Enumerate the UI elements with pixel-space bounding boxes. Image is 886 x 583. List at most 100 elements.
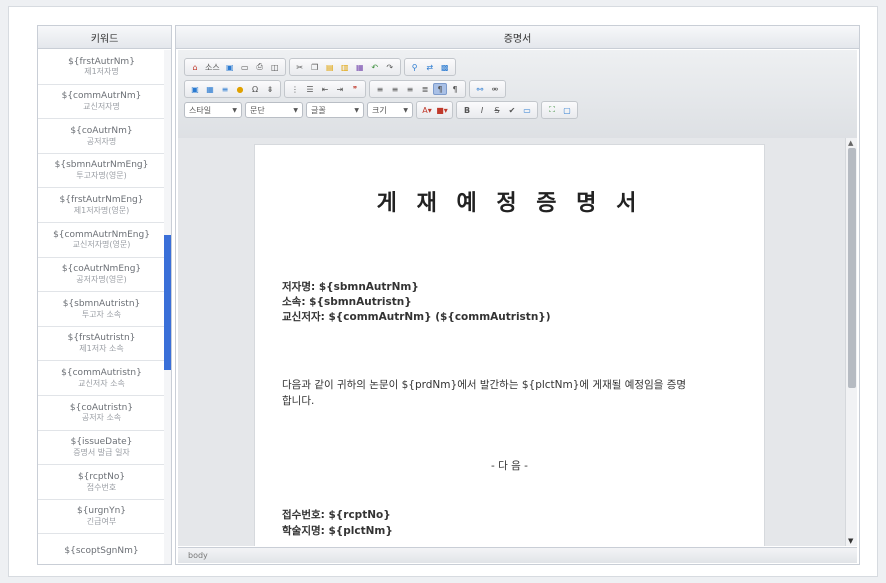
save-icon[interactable]: ▣ (223, 61, 237, 73)
rtl-icon[interactable]: ¶ (448, 83, 462, 95)
keyword-item[interactable]: ${frstAutrNmEng} 제1저자명(영문) (38, 188, 165, 223)
paste-icon[interactable]: ▤ (323, 61, 337, 73)
keyword-item[interactable]: ${coAutristn} 공저자 소속 (38, 396, 165, 431)
keyword-description: 증명서 발급 일자 (73, 447, 130, 457)
maximize-icon[interactable]: ⛶ (545, 104, 559, 116)
author-line: 저자명: ${sbmnAutrNm} (282, 281, 419, 293)
paste-text-icon[interactable]: ▥ (338, 61, 352, 73)
keyword-code: ${commAutrNm} (61, 91, 142, 102)
font-combo-label: 글꼴 (311, 105, 326, 115)
keyword-code: ${rcptNo} (77, 471, 126, 482)
keyword-scrollbar[interactable] (164, 50, 171, 564)
align-center-icon[interactable]: ≡ (388, 83, 402, 95)
ltr-icon[interactable]: ¶ (433, 83, 447, 95)
special-char-icon[interactable]: Ω (248, 83, 262, 95)
editor-scrollbar[interactable]: ▲ ▼ (845, 138, 857, 546)
element-path[interactable]: body (188, 551, 208, 560)
copy-icon[interactable]: ❐ (308, 61, 322, 73)
editor-panel: 증명서 ⌂ 소스 ▣ ▭ ⎙ ◫ ✂ ❐ ▤ ▥ ▦ ↶ ↷ ⚲ ⇄ ▩ ▣ ▦… (175, 25, 860, 565)
blockquote-icon[interactable]: ❞ (348, 83, 362, 95)
scroll-down-icon[interactable]: ▼ (848, 537, 853, 545)
keyword-item[interactable]: ${coAutrNmEng} 공저자명(영문) (38, 258, 165, 293)
source-icon[interactable]: ⌂ (188, 61, 202, 73)
toolbar-group-insert: ▣ ▦ ≡ ● Ω ⇟ (184, 80, 281, 98)
remove-format-icon[interactable]: ✔ (505, 104, 519, 116)
format-combo[interactable]: 문단 ▼ (245, 102, 303, 118)
show-blocks-icon[interactable]: ▢ (560, 104, 574, 116)
style-combo[interactable]: 스타일 ▼ (184, 102, 242, 118)
cut-icon[interactable]: ✂ (293, 61, 307, 73)
source-button[interactable]: 소스 (203, 61, 222, 73)
keyword-item[interactable]: ${commAutrNmEng} 교신저자명(영문) (38, 223, 165, 258)
keyword-item[interactable]: ${frstAutristn} 제1저자 소속 (38, 327, 165, 362)
document-page[interactable]: 게 재 예 정 증 명 서 저자명: ${sbmnAutrNm} 소속: ${s… (254, 144, 765, 546)
italic-icon[interactable]: I (475, 104, 489, 116)
indent-icon[interactable]: ⇥ (333, 83, 347, 95)
editor-toolbar: ⌂ 소스 ▣ ▭ ⎙ ◫ ✂ ❐ ▤ ▥ ▦ ↶ ↷ ⚲ ⇄ ▩ ▣ ▦ ≡ ●… (178, 50, 857, 145)
print-icon[interactable]: ⎙ (253, 61, 267, 73)
keyword-item[interactable]: ${commAutristn} 교신저자 소속 (38, 361, 165, 396)
keyword-item[interactable]: ${scoptSgnNm} (38, 534, 165, 564)
page-break-icon[interactable]: ⇟ (263, 83, 277, 95)
keyword-scroll-thumb[interactable] (164, 235, 171, 370)
affiliation-line: 소속: ${sbmnAutristn} (282, 296, 412, 308)
scroll-up-icon[interactable]: ▲ (848, 139, 853, 147)
outdent-icon[interactable]: ⇤ (318, 83, 332, 95)
editor-scroll-thumb[interactable] (848, 148, 856, 388)
find-icon[interactable]: ⚲ (408, 61, 422, 73)
horizontal-line-icon[interactable]: ≡ (218, 83, 232, 95)
keyword-item[interactable]: ${sbmnAutristn} 투고자 소속 (38, 292, 165, 327)
keyword-code: ${sbmnAutristn} (62, 298, 141, 309)
keyword-panel-title: 키워드 (38, 26, 171, 49)
keyword-item[interactable]: ${rcptNo} 접수번호 (38, 465, 165, 500)
toolbar-group-view: ⛶ ▢ (541, 101, 578, 119)
redo-icon[interactable]: ↷ (383, 61, 397, 73)
keyword-item[interactable]: ${urgnYn} 긴급여부 (38, 500, 165, 535)
toolbar-group-color: A▾ ■▾ (416, 101, 453, 119)
bold-icon[interactable]: B (460, 104, 474, 116)
link-icon[interactable]: ⚯ (473, 83, 487, 95)
journal-line: 학술지명: ${plctNm} (282, 525, 393, 537)
font-combo[interactable]: 글꼴 ▼ (306, 102, 364, 118)
paste-word-icon[interactable]: ▦ (353, 61, 367, 73)
chevron-down-icon: ▼ (403, 106, 408, 114)
toolbar-group-source: ⌂ 소스 ▣ ▭ ⎙ ◫ (184, 58, 286, 76)
strike-icon[interactable]: S (490, 104, 504, 116)
keyword-description: 투고자 소속 (81, 309, 122, 319)
template-icon[interactable]: ▭ (520, 104, 534, 116)
keyword-code: ${coAutrNm} (70, 125, 133, 136)
smiley-icon[interactable]: ● (233, 83, 247, 95)
align-justify-icon[interactable]: ≣ (418, 83, 432, 95)
keyword-code: ${commAutrNmEng} (53, 229, 150, 240)
bg-color-icon[interactable]: ■▾ (435, 104, 449, 116)
preview-icon[interactable]: ◫ (268, 61, 282, 73)
body-line-1: 다음과 같이 귀하의 논문이 ${prdNm}에서 발간하는 ${plctNm}… (282, 379, 687, 391)
keyword-description: 제1저자 소속 (79, 344, 124, 354)
replace-icon[interactable]: ⇄ (423, 61, 437, 73)
editor-content-area[interactable]: 게 재 예 정 증 명 서 저자명: ${sbmnAutrNm} 소속: ${s… (178, 138, 857, 546)
table-icon[interactable]: ▦ (203, 83, 217, 95)
corresponding-author-line: 교신저자: ${commAutrNm} (${commAutristn}) (282, 311, 551, 323)
chevron-down-icon: ▼ (232, 106, 237, 114)
undo-icon[interactable]: ↶ (368, 61, 382, 73)
align-left-icon[interactable]: ≡ (373, 83, 387, 95)
image-icon[interactable]: ▣ (188, 83, 202, 95)
text-color-icon[interactable]: A▾ (420, 104, 434, 116)
numbered-list-icon[interactable]: ⋮ (288, 83, 302, 95)
bullet-list-icon[interactable]: ☰ (303, 83, 317, 95)
select-all-icon[interactable]: ▩ (438, 61, 452, 73)
keyword-item[interactable]: ${sbmnAutrNmEng} 투고자명(영문) (38, 154, 165, 189)
keyword-item[interactable]: ${issueDate} 증명서 발급 일자 (38, 431, 165, 466)
align-right-icon[interactable]: ≡ (403, 83, 417, 95)
new-page-icon[interactable]: ▭ (238, 61, 252, 73)
keyword-item[interactable]: ${coAutrNm} 공저자명 (38, 119, 165, 154)
toolbar-row-3: 스타일 ▼ 문단 ▼ 글꼴 ▼ 크기 ▼ A▾ ■▾ B I S ✔ ▭ ⛶ ▢ (184, 101, 578, 119)
keyword-item[interactable]: ${commAutrNm} 교신저자명 (38, 85, 165, 120)
unlink-icon[interactable]: ⚮ (488, 83, 502, 95)
keyword-description: 공저자명(영문) (76, 274, 127, 284)
toolbar-group-lists: ⋮ ☰ ⇤ ⇥ ❞ (284, 80, 366, 98)
keyword-code: ${commAutristn} (61, 367, 142, 378)
keyword-code: ${issueDate} (70, 437, 133, 448)
size-combo[interactable]: 크기 ▼ (367, 102, 413, 118)
keyword-item[interactable]: ${frstAutrNm} 제1저자명 (38, 50, 165, 85)
